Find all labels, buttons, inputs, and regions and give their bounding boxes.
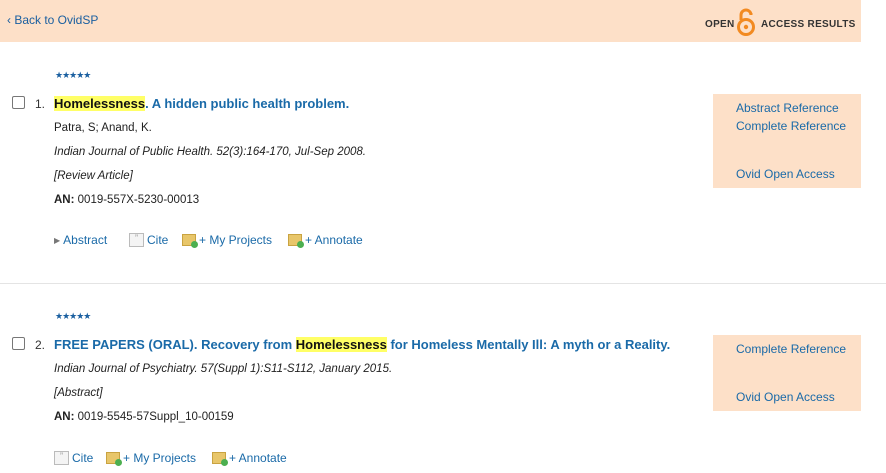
quote-icon: ” [54, 451, 69, 465]
add-to-my-projects-button[interactable]: + My Projects [106, 451, 197, 466]
an-value: 0019-5545-57Suppl_10-00159 [74, 411, 234, 423]
cite-button[interactable]: ” Cite [129, 233, 168, 247]
oa-access-results-text: ACCESS RESULTS [761, 19, 856, 30]
annotate-button[interactable]: + Annotate [288, 233, 363, 248]
result-publication-type: [Abstract] [54, 387, 103, 399]
folder-add-icon [182, 234, 198, 248]
result-source: Indian Journal of Psychiatry. 57(Suppl 1… [54, 363, 393, 375]
result-links-panel: Complete Reference Ovid Open Access [713, 335, 861, 411]
title-text: . A hidden public health problem. [145, 96, 350, 111]
result-number: 1. [35, 97, 46, 111]
result-number: 2. [35, 338, 46, 352]
cite-label: Cite [147, 233, 169, 247]
expand-triangle-icon: ▶ [54, 235, 61, 245]
annotate-label: + Annotate [305, 233, 363, 247]
quote-icon: ” [129, 233, 144, 247]
add-to-my-projects-button[interactable]: + My Projects [182, 233, 273, 248]
abstract-button[interactable]: ▶ Abstract [54, 233, 107, 247]
result-authors: Patra, S; Anand, K. [54, 122, 152, 134]
annotate-label: + Annotate [229, 451, 287, 465]
my-projects-label: + My Projects [199, 233, 273, 247]
folder-add-icon [106, 452, 122, 466]
my-projects-label: + My Projects [123, 451, 197, 465]
ovid-open-access-link[interactable]: Ovid Open Access [736, 167, 835, 181]
oa-open-text: OPEN [705, 19, 735, 30]
annotate-icon [288, 234, 304, 248]
relevance-stars: ★★★★★ [55, 311, 91, 321]
an-label: AN: [54, 194, 75, 206]
cite-button[interactable]: ” Cite [54, 451, 93, 465]
result-divider [0, 283, 886, 284]
abstract-reference-link[interactable]: Abstract Reference [736, 101, 839, 115]
search-term-highlight: Homelessness [295, 337, 387, 352]
title-text-pre: FREE PAPERS (ORAL). Recovery from [54, 337, 296, 352]
complete-reference-link[interactable]: Complete Reference [736, 119, 846, 133]
back-to-ovidsp-link[interactable]: ‹ Back to OvidSP [7, 13, 98, 27]
annotate-icon [212, 452, 228, 466]
result-title-link[interactable]: FREE PAPERS (ORAL). Recovery from Homele… [54, 337, 670, 352]
header-bar: ‹ Back to OvidSP OPEN ACCESS RESULTS [0, 0, 861, 42]
complete-reference-link[interactable]: Complete Reference [736, 342, 846, 356]
result-publication-type: [Review Article] [54, 170, 133, 182]
abstract-label: Abstract [63, 233, 108, 247]
result-links-panel: Abstract Reference Complete Reference Ov… [713, 94, 861, 188]
result-title-link[interactable]: Homelessness. A hidden public health pro… [54, 96, 349, 111]
an-label: AN: [54, 411, 75, 423]
an-value: 0019-557X-5230-00013 [74, 194, 200, 206]
cite-label: Cite [72, 451, 94, 465]
title-text: for Homeless Mentally Ill: A myth or a R… [386, 337, 671, 352]
open-access-lock-icon [737, 8, 755, 36]
result-source: Indian Journal of Public Health. 52(3):1… [54, 146, 366, 158]
result-accession-number: AN: 0019-5545-57Suppl_10-00159 [54, 411, 234, 423]
annotate-button[interactable]: + Annotate [212, 451, 287, 466]
ovid-open-access-link[interactable]: Ovid Open Access [736, 390, 835, 404]
search-term-highlight: Homelessness [54, 96, 146, 111]
result-checkbox[interactable] [12, 337, 25, 350]
result-checkbox[interactable] [12, 96, 25, 109]
result-accession-number: AN: 0019-557X-5230-00013 [54, 194, 199, 206]
relevance-stars: ★★★★★ [55, 70, 91, 80]
